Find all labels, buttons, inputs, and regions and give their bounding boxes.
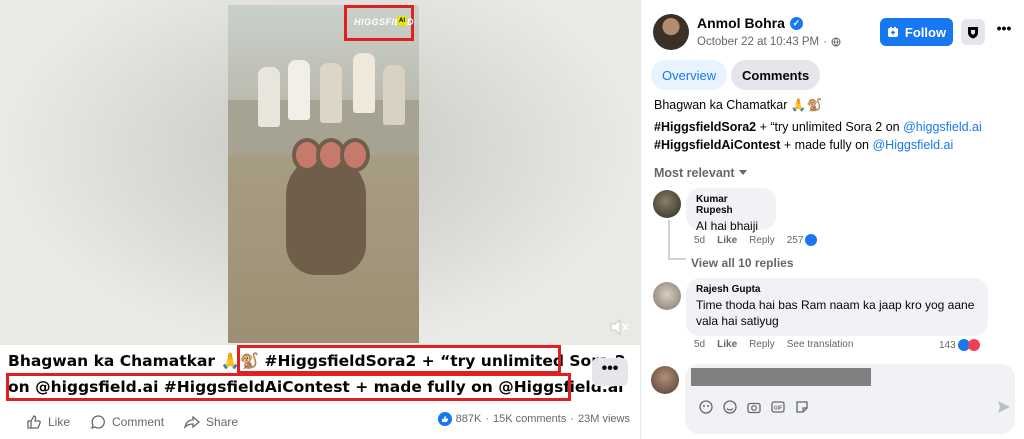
like-button[interactable]: Like bbox=[26, 414, 70, 430]
composer-toolbar: GIF bbox=[699, 400, 809, 414]
details-panel: Anmol Bohra ✓ October 22 at 10:43 PM · F… bbox=[640, 0, 1024, 439]
comment-count[interactable]: 15K comments bbox=[493, 413, 566, 425]
comment-bubble: Rajesh Gupta Time thoda hai bas Ram naam… bbox=[686, 278, 988, 336]
stats-separator: · bbox=[570, 413, 575, 425]
tab-overview[interactable]: Overview bbox=[651, 60, 728, 90]
post-action-bar: Like Comment Share bbox=[26, 412, 250, 432]
comment-text: AI hai bhaiji bbox=[696, 219, 759, 233]
highlight-box-2 bbox=[6, 373, 571, 401]
crowd-person bbox=[353, 53, 375, 113]
comment-like-button[interactable]: Like bbox=[717, 339, 737, 350]
thumbs-up-icon bbox=[27, 415, 41, 429]
monkey-figure bbox=[286, 155, 366, 275]
love-reaction-icon bbox=[967, 339, 980, 351]
share-button[interactable]: Share bbox=[184, 414, 238, 430]
view-replies-link[interactable]: View all 10 replies bbox=[691, 256, 794, 270]
comment-reply-button[interactable]: Reply bbox=[749, 235, 775, 246]
shield-icon bbox=[968, 26, 978, 38]
more-options-button[interactable]: ••• bbox=[592, 358, 628, 386]
comment-icon bbox=[90, 415, 105, 430]
share-label: Share bbox=[206, 415, 239, 429]
crowd-person bbox=[383, 65, 405, 125]
reaction-count[interactable]: 887K bbox=[456, 413, 482, 425]
avatar-sticker-icon[interactable] bbox=[699, 400, 713, 414]
commenter-name[interactable]: Rajesh Gupta bbox=[696, 284, 978, 295]
thread-branch bbox=[668, 258, 686, 260]
shield-button[interactable] bbox=[961, 19, 985, 45]
verified-badge-icon: ✓ bbox=[789, 16, 803, 30]
comment-button[interactable]: Comment bbox=[90, 414, 164, 430]
comment-like-button[interactable]: Like bbox=[717, 235, 737, 246]
comment-reactions[interactable]: 143 bbox=[939, 339, 980, 351]
comment-avatar[interactable] bbox=[653, 190, 681, 218]
emoji-icon[interactable] bbox=[723, 400, 737, 414]
comment-bubble: Kumar Rupesh AI hai bhaiji bbox=[686, 188, 776, 233]
comment-reactions[interactable]: 257 bbox=[787, 234, 818, 246]
follow-icon bbox=[887, 27, 898, 37]
stats-separator: · bbox=[485, 413, 489, 425]
comment-reaction-count: 143 bbox=[939, 339, 956, 351]
desc-text-1: + “try unlimited Sora 2 on bbox=[756, 120, 904, 134]
crowd-person bbox=[258, 67, 280, 127]
comment-reply-button[interactable]: Reply bbox=[749, 339, 775, 350]
post-description: Bhagwan ka Chamatkar 🙏🐒 #HiggsfieldSora2… bbox=[654, 96, 1014, 154]
video-post: HIGGSFIELD AI Bhagwan ka Chamatkar 🙏🐒 #H… bbox=[0, 0, 640, 439]
thread-line bbox=[668, 220, 670, 260]
desc-text-2: + made fully on bbox=[780, 138, 873, 152]
author-avatar[interactable] bbox=[653, 14, 689, 50]
highlight-box-1 bbox=[237, 345, 561, 374]
chevron-down-icon bbox=[738, 170, 747, 175]
svg-text:GIF: GIF bbox=[774, 406, 782, 412]
video-player[interactable]: HIGGSFIELD AI bbox=[0, 0, 640, 345]
follow-label: Follow bbox=[904, 24, 947, 40]
desc-line-3: #HiggsfieldAiContest + made fully on @Hi… bbox=[654, 136, 1014, 154]
post-date-text: October 22 at 10:43 PM bbox=[697, 36, 820, 48]
crowd-person bbox=[288, 60, 310, 120]
globe-icon bbox=[831, 37, 841, 47]
panel-more-button[interactable]: ••• bbox=[991, 19, 1017, 45]
hashtag-sora2[interactable]: #HiggsfieldSora2 bbox=[654, 120, 756, 134]
link-higgsfield-2[interactable]: @Higgsfield.ai bbox=[872, 138, 953, 152]
like-reaction-icon bbox=[805, 234, 818, 246]
send-icon[interactable] bbox=[997, 400, 1011, 414]
date-separator: · bbox=[823, 36, 827, 48]
sticker-icon[interactable] bbox=[795, 400, 809, 414]
author-name-text: Anmol Bohra bbox=[697, 15, 785, 31]
post-date[interactable]: October 22 at 10:43 PM · bbox=[697, 36, 841, 48]
sort-label: Most relevant bbox=[654, 166, 735, 180]
comment-avatar[interactable] bbox=[653, 282, 681, 310]
view-count: 23M views bbox=[578, 413, 630, 425]
comment-age[interactable]: 5d bbox=[694, 339, 705, 350]
redacted-placeholder bbox=[691, 368, 871, 386]
comment-age[interactable]: 5d bbox=[694, 235, 705, 246]
post-stats: 887K · 15K comments · 23M views bbox=[437, 412, 630, 426]
like-label: Like bbox=[48, 415, 71, 429]
author-name[interactable]: Anmol Bohra ✓ bbox=[697, 15, 803, 31]
volume-icon[interactable] bbox=[608, 318, 630, 336]
see-translation-link[interactable]: See translation bbox=[787, 339, 854, 350]
comment-text: Time thoda hai bas Ram naam ka jaap kro … bbox=[696, 298, 975, 328]
comment-label: Comment bbox=[112, 415, 165, 429]
video-frame[interactable] bbox=[228, 5, 419, 343]
desc-line-1: Bhagwan ka Chamatkar 🙏🐒 bbox=[654, 98, 823, 112]
composer-avatar bbox=[651, 366, 679, 394]
like-reaction-icon bbox=[437, 412, 452, 426]
gif-icon[interactable]: GIF bbox=[771, 400, 785, 414]
comment-reaction-count: 257 bbox=[786, 234, 804, 246]
follow-button[interactable]: Follow bbox=[880, 18, 953, 46]
post-title-plain: Bhagwan ka Chamatkar 🙏🐒 bbox=[8, 352, 265, 370]
link-higgsfield[interactable]: @higgsfield.ai bbox=[903, 120, 982, 134]
commenter-name[interactable]: Kumar Rupesh bbox=[696, 194, 766, 216]
monkey-head bbox=[340, 138, 370, 172]
desc-line-2: #HiggsfieldSora2 + “try unlimited Sora 2… bbox=[654, 118, 1014, 136]
comment-meta: 5d Like Reply See translation bbox=[694, 339, 853, 350]
crowd-person bbox=[320, 63, 342, 123]
sort-dropdown[interactable]: Most relevant bbox=[654, 166, 747, 180]
hashtag-contest[interactable]: #HiggsfieldAiContest bbox=[654, 138, 780, 152]
share-icon bbox=[184, 415, 201, 429]
camera-icon[interactable] bbox=[747, 400, 761, 414]
watermark-badge: AI bbox=[397, 16, 407, 26]
comment-meta: 5d Like Reply 257 bbox=[694, 234, 818, 246]
tab-comments[interactable]: Comments bbox=[731, 60, 821, 90]
